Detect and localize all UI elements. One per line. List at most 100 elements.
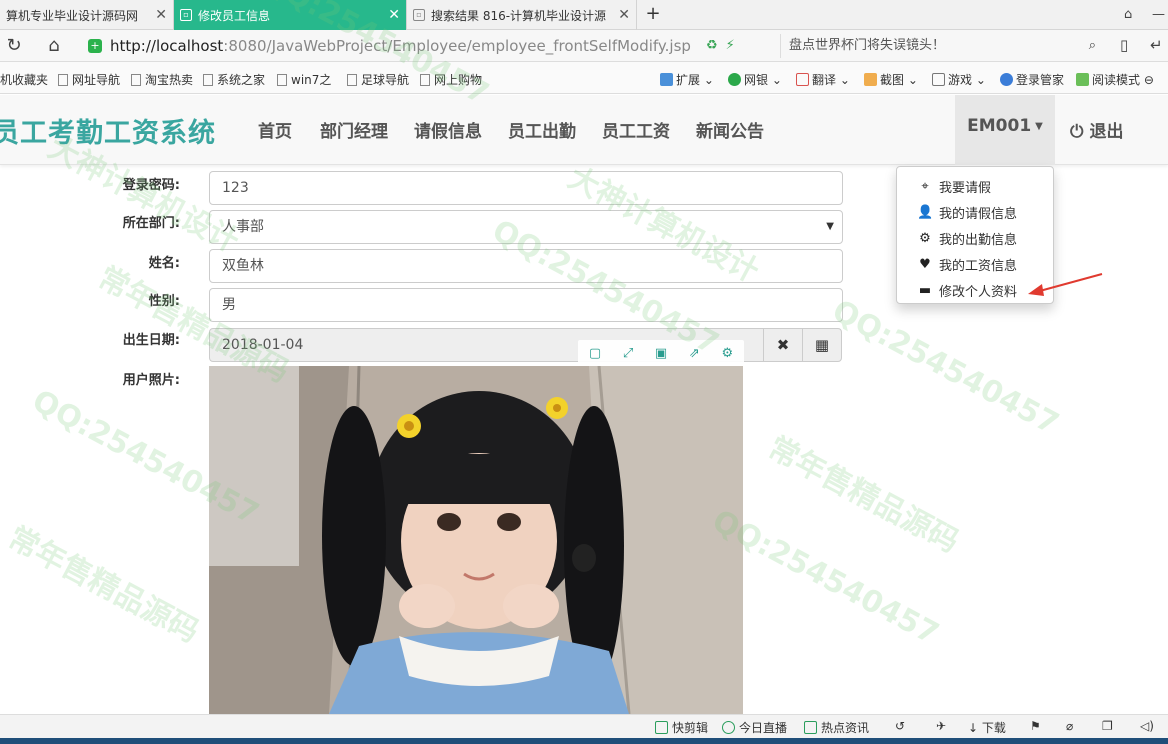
new-tab-button[interactable]: + (640, 0, 666, 30)
department-label: 所在部门: (122, 216, 180, 231)
close-icon[interactable]: ✕ (618, 7, 630, 23)
calendar-button[interactable]: ▦ (802, 328, 842, 362)
gender-label: 性别: (148, 294, 180, 309)
refresh-icon[interactable]: ↻ (2, 34, 26, 58)
caret-down-icon: ▼ (1035, 121, 1043, 132)
download-icon: ↓ (968, 721, 982, 735)
user-menu-toggle[interactable]: EM001 ▼ (955, 95, 1055, 165)
menu-item-label: 我的请假信息 (939, 206, 1018, 222)
nav-salary[interactable]: 员工工资 (602, 117, 670, 142)
bookmark-label: 网上购物 (434, 73, 483, 87)
caret-down-icon: ▼ (826, 221, 834, 232)
window-icon[interactable]: ❐ (1102, 719, 1113, 733)
hot-news-button[interactable]: 热点资讯 (804, 719, 869, 736)
search-input[interactable]: 盘点世界杯门将失误镜头！ ⌕ (780, 34, 1110, 58)
watermark: QQ:254540457 (826, 293, 1065, 442)
share-icon[interactable]: ⇗ (689, 346, 700, 361)
quick-edit-button[interactable]: 快剪辑 (655, 719, 708, 736)
status-label: 快剪辑 (672, 721, 709, 735)
tab-source-site[interactable]: 算机专业毕业设计源码网 ✕ (0, 0, 174, 30)
nav-leave-info[interactable]: 请假信息 (414, 117, 482, 142)
department-select[interactable]: 人事部 ▼ (209, 210, 843, 244)
history-icon[interactable]: ↺ (895, 719, 905, 733)
tab-title: 搜索结果 816-计算机毕业设计源 (431, 8, 607, 23)
translate-button[interactable]: 翻译 ⌄ (796, 71, 850, 88)
search-placeholder: 盘点世界杯门将失误镜头！ (789, 38, 946, 53)
games-button[interactable]: 游戏 ⌄ (932, 71, 986, 88)
bookmark-item[interactable]: 系统之家 (203, 71, 265, 88)
skin-icon[interactable]: ⌂ (1124, 7, 1132, 22)
bookmark-favorites[interactable]: 机收藏夹 (0, 71, 48, 88)
page-icon: ▫ (413, 9, 425, 21)
url-input[interactable]: + http://localhost :8080/JavaWebProject/… (82, 34, 772, 58)
page-icon (277, 74, 287, 86)
heart-icon: ♥ (919, 256, 931, 272)
name-input[interactable]: 双鱼林 (209, 249, 843, 283)
url-host: http://localhost (110, 37, 224, 55)
brand-title[interactable]: 员工考勤工资系统 (0, 111, 216, 150)
clear-date-button[interactable]: ✖ (763, 328, 803, 362)
status-label: 下载 (981, 721, 1006, 735)
login-manager-button[interactable]: 登录管家 (1000, 71, 1064, 88)
close-icon[interactable]: ✕ (155, 7, 167, 23)
toolbar-label: 扩展 (676, 73, 701, 87)
download-button[interactable]: ↓ 下载 (968, 719, 1006, 736)
nav-news[interactable]: 新闻公告 (696, 117, 764, 142)
bookmark-item[interactable]: 网上购物 (420, 71, 482, 88)
pin-icon[interactable]: ✈ (936, 719, 946, 733)
accelerate-icon[interactable]: ♻⚡ (706, 38, 743, 53)
minimize-icon[interactable]: — (1152, 7, 1165, 22)
password-input[interactable]: 123 (209, 171, 843, 205)
home-icon[interactable]: ⌂ (42, 34, 66, 58)
bookmark-item[interactable]: 网址导航 (58, 71, 120, 88)
app-navbar: 员工考勤工资系统 首页 部门经理 请假信息 员工出勤 员工工资 新闻公告 EM0… (0, 95, 1168, 165)
address-bar: ↻ ⌂ + http://localhost :8080/JavaWebProj… (0, 30, 1168, 62)
screenshot-button[interactable]: 截图 ⌄ (864, 71, 918, 88)
nav-home[interactable]: 首页 (258, 117, 292, 142)
watermark: 常年售精品源码 (762, 430, 965, 560)
toolbar-label: 网银 (744, 73, 769, 87)
fit-icon[interactable]: ▢ (589, 346, 601, 361)
page-icon (58, 74, 68, 86)
tab-search-results[interactable]: ▫ 搜索结果 816-计算机毕业设计源 ✕ (407, 0, 637, 30)
clean-icon[interactable]: ⌀ (1066, 719, 1073, 733)
bookmark-item[interactable]: 足球导航 (347, 71, 409, 88)
live-button[interactable]: 今日直播 (722, 719, 787, 736)
gender-input[interactable]: 男 (209, 288, 843, 322)
menu-item-label: 我要请假 (939, 180, 992, 196)
toolbar-label: 阅读模式 (1092, 73, 1141, 87)
save-icon[interactable]: ▣ (655, 346, 667, 361)
bank-button[interactable]: 网银 ⌄ (728, 71, 782, 88)
card-icon: ▬ (918, 282, 932, 298)
url-path: :8080/JavaWebProject/Employee/employee_f… (223, 37, 691, 55)
power-icon: ⏻ (1070, 122, 1084, 142)
flag-icon[interactable]: ⚑ (1030, 719, 1041, 733)
bookmark-item[interactable]: win7之 (277, 71, 331, 88)
reading-mode-button[interactable]: 阅读模式 ⊖ (1076, 71, 1154, 88)
phone-icon[interactable]: ▯ (1120, 36, 1128, 54)
status-label: 今日直播 (739, 721, 788, 735)
toolbar-label: 游戏 (948, 73, 973, 87)
volume-icon[interactable]: ◁) (1140, 719, 1154, 733)
fullscreen-icon[interactable]: ⤢ (623, 346, 633, 361)
gamepad-icon (932, 73, 945, 86)
password-label: 登录密码: (122, 178, 180, 193)
back-icon[interactable]: ↵ (1150, 36, 1163, 54)
settings-icon[interactable]: ⚙ (722, 346, 734, 361)
menu-item-my-leave[interactable]: 👤 我的请假信息 (897, 199, 1053, 225)
play-icon (722, 721, 735, 734)
close-icon[interactable]: ✕ (388, 7, 400, 23)
extensions-button[interactable]: 扩展 ⌄ (660, 71, 714, 88)
menu-item-label: 我的工资信息 (939, 258, 1018, 274)
nav-attendance[interactable]: 员工出勤 (508, 117, 576, 142)
menu-item-apply-leave[interactable]: ⌖ 我要请假 (897, 173, 1053, 199)
tab-modify-employee[interactable]: ▫ 修改员工信息 ✕ (174, 0, 407, 30)
bookmark-label: 足球导航 (361, 73, 410, 87)
bookmark-item[interactable]: 淘宝热卖 (131, 71, 193, 88)
nav-department-manager[interactable]: 部门经理 (320, 117, 388, 142)
menu-item-my-attendance[interactable]: ⚙ 我的出勤信息 (897, 225, 1053, 251)
search-icon[interactable]: ⌕ (1089, 34, 1096, 58)
news-icon (804, 721, 817, 734)
menu-item-label: 我的出勤信息 (939, 232, 1018, 248)
logout-button[interactable]: ⏻ 退出 (1070, 117, 1123, 142)
